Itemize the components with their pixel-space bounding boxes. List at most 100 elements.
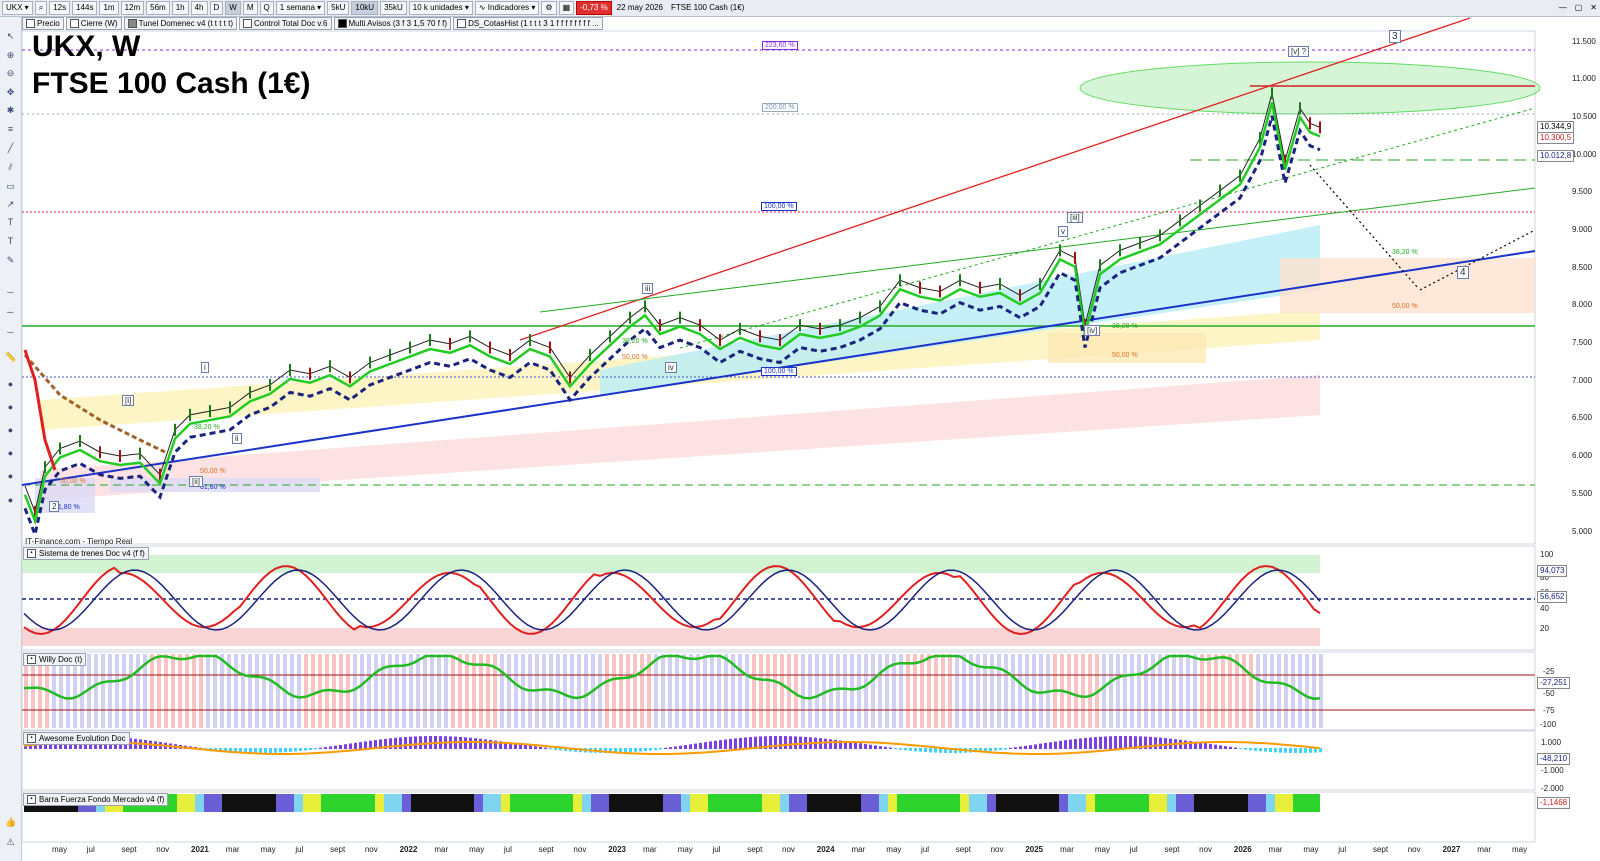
awesome-bar	[714, 740, 717, 749]
collapse-icon[interactable]: ▪	[27, 795, 36, 804]
barra-cell	[591, 794, 600, 812]
fib-label: 50,00 %	[1112, 352, 1138, 359]
barra-cell	[276, 794, 285, 812]
awesome-bar	[859, 743, 862, 749]
awesome-bar	[1149, 736, 1152, 749]
awesome-bar	[684, 745, 687, 749]
barra-cell	[456, 794, 465, 812]
willy-bar	[423, 654, 427, 728]
awesome-bar	[1034, 744, 1037, 749]
wave-label: [iii]	[1067, 212, 1083, 223]
willy-bar	[129, 654, 133, 728]
awesome-bar	[469, 737, 472, 749]
wave-label: 3	[1389, 30, 1401, 43]
willy-bar	[997, 654, 1001, 728]
willy-bar	[311, 654, 315, 728]
awesome-bar	[904, 748, 907, 751]
barra-cell	[789, 794, 798, 812]
price-tick: 9.000	[1572, 225, 1593, 234]
barra-cell	[969, 794, 978, 812]
awesome-bar	[489, 739, 492, 749]
chart-canvas[interactable]	[0, 0, 1600, 861]
willy-bar	[1025, 654, 1029, 728]
awesome-bar	[914, 748, 917, 752]
willy-bar	[437, 654, 441, 728]
awesome-bar	[1079, 738, 1082, 749]
barra-cell	[384, 794, 393, 812]
barra-cell	[537, 794, 546, 812]
panel-title-trenes[interactable]: ▪ Sistema de trenes Doc v4 (f f)	[23, 547, 149, 560]
barra-cell	[258, 794, 267, 812]
price-tick: 6.000	[1572, 451, 1593, 460]
willy-bar	[780, 654, 784, 728]
barra-cell	[1203, 794, 1212, 812]
time-tick: nov	[156, 845, 170, 854]
willy-bar	[430, 654, 434, 728]
collapse-icon[interactable]: ▪	[27, 549, 36, 558]
awesome-bar	[1234, 747, 1237, 749]
awesome-bar	[309, 748, 312, 750]
awesome-bar	[674, 746, 677, 749]
awesome-bar	[1204, 743, 1207, 749]
price-tick: 11.500	[1572, 37, 1596, 46]
willy-bar	[717, 654, 721, 728]
willy-bar	[878, 654, 882, 728]
barra-cell	[501, 794, 510, 812]
collapse-icon[interactable]: ▪	[27, 655, 36, 664]
willy-bar	[1284, 654, 1288, 728]
willy-bar	[759, 654, 763, 728]
awesome-bar	[1259, 748, 1262, 752]
awesome-bar	[664, 747, 667, 749]
barra-cell	[357, 794, 366, 812]
barra-cell	[870, 794, 879, 812]
time-tick: 2024	[816, 845, 835, 854]
awesome-bar	[854, 742, 857, 749]
awesome-panel-frame	[21, 730, 1536, 791]
awesome-bar	[1164, 738, 1167, 749]
barra-cell	[627, 794, 636, 812]
awesome-bar	[274, 748, 277, 753]
panel-title-awesome[interactable]: ▪ Awesome Evolution Doc	[23, 732, 130, 745]
awesome-bar	[329, 746, 332, 749]
trenes-line-red	[23, 564, 1321, 636]
awesome-bar	[1159, 737, 1162, 749]
awesome-bar	[1084, 737, 1087, 749]
willy-bar	[1312, 654, 1316, 728]
time-tick: mar	[1060, 845, 1074, 854]
barra-cell	[1104, 794, 1113, 812]
awesome-bar	[1094, 737, 1097, 749]
willy-bar	[493, 654, 497, 728]
willy-bar	[451, 654, 455, 728]
collapse-icon[interactable]: ▪	[27, 734, 36, 743]
willy-bar	[920, 654, 924, 728]
awesome-bar	[1279, 748, 1282, 753]
barra-cell	[1293, 794, 1302, 812]
barra-cell	[1212, 794, 1221, 812]
data-credit: IT-Finance.com - Tiempo Real	[25, 537, 133, 546]
barra-cell	[609, 794, 618, 812]
panel-title-willy[interactable]: ▪ Willy Doc (t)	[23, 653, 87, 666]
awesome-bar	[349, 743, 352, 749]
time-tick: nov	[573, 845, 587, 854]
willy-bar	[1319, 654, 1323, 728]
awesome-bar	[479, 738, 482, 749]
fib-label: 61,80 %	[200, 484, 226, 491]
barra-cell	[1239, 794, 1248, 812]
willy-bar	[626, 654, 630, 728]
willy-bar	[367, 654, 371, 728]
barra-cell	[240, 794, 249, 812]
awesome-bar	[1074, 738, 1077, 749]
panel-title-barra[interactable]: ▪ Barra Fuerza Fondo Mercado v4 (f)	[23, 793, 169, 806]
barra-cell	[708, 794, 717, 812]
barra-cell	[330, 794, 339, 812]
willy-bar	[836, 654, 840, 728]
awesome-bar	[689, 744, 692, 749]
awesome-bar	[1069, 739, 1072, 749]
time-tick: sept	[1372, 845, 1389, 854]
willy-bar	[500, 654, 504, 728]
willy-bar	[1018, 654, 1022, 728]
willy-bar	[612, 654, 616, 728]
awesome-bar	[934, 748, 937, 753]
barra-cell	[1113, 794, 1122, 812]
wave-label: [i]	[122, 395, 135, 406]
